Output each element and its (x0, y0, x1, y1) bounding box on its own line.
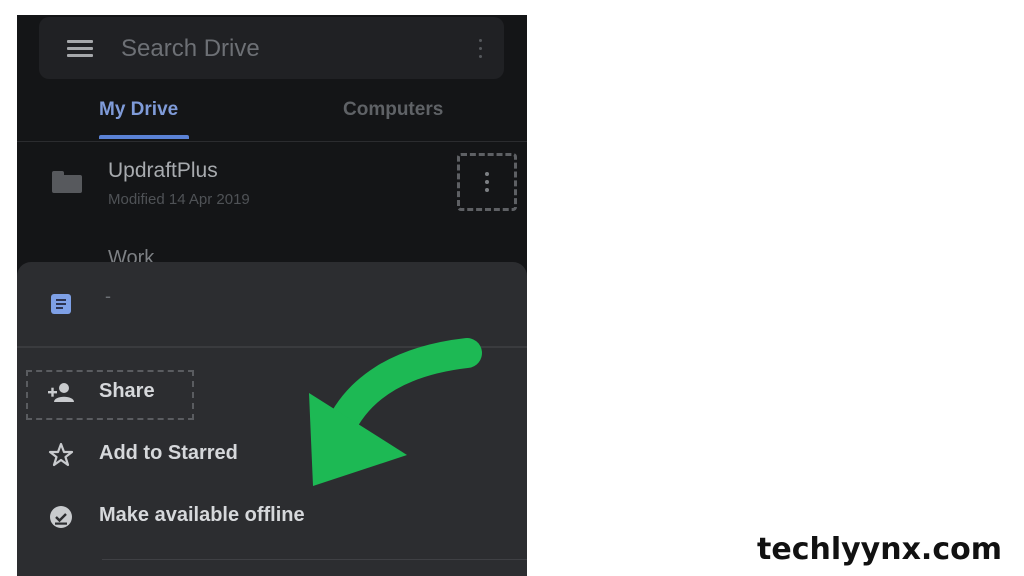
drive-app-screen: My Drive Computers UpdraftPlus Modified … (17, 15, 527, 576)
watermark: techlyynx.com (757, 532, 1002, 567)
green-arrow-annotation (309, 338, 482, 486)
